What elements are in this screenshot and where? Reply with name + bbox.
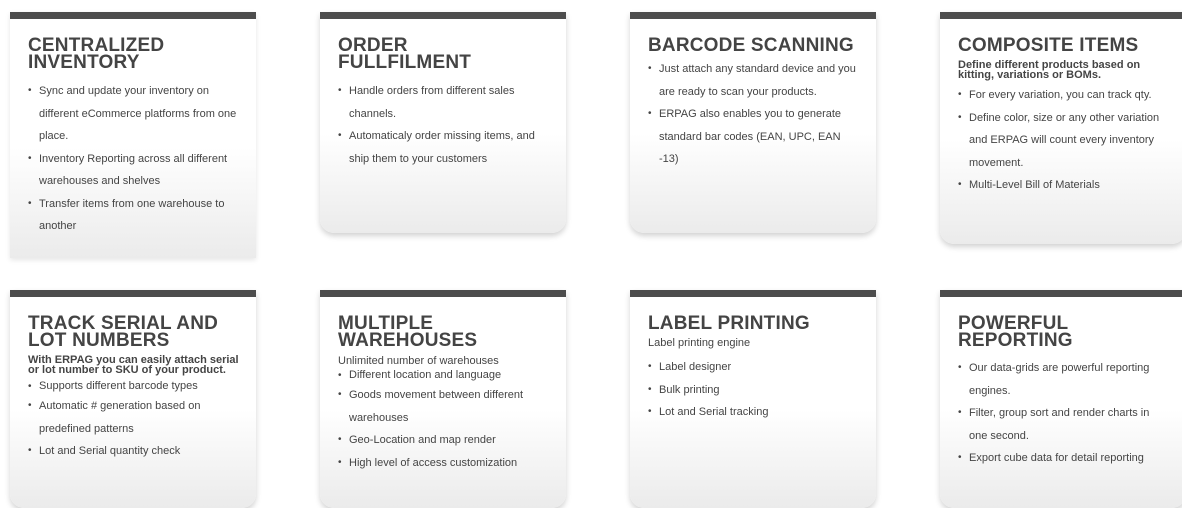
card-title: BARCODE SCANNING [648, 35, 854, 56]
list-item: Lot and Serial tracking [648, 401, 859, 424]
feature-list: Handle orders from different sales chann… [338, 80, 549, 170]
list-item: Different location and language [338, 367, 549, 384]
card-title: MULTIPLE WAREHOUSES [338, 313, 478, 351]
card-track-serial-lot: TRACK SERIAL AND LOT NUMBERS With ERPAG … [10, 290, 256, 508]
card-title: ORDER FULLFILMENT [338, 35, 472, 73]
card-top-bar [320, 12, 566, 19]
list-item: Bulk printing [648, 379, 859, 402]
list-item: Goods movement between different warehou… [338, 384, 549, 429]
card-top-bar [320, 290, 566, 297]
card-powerful-reporting: POWERFUL REPORTING Our data-grids are po… [940, 290, 1182, 508]
card-top-bar [630, 12, 876, 19]
list-item: Multi-Level Bill of Materials [958, 174, 1169, 197]
list-item: Handle orders from different sales chann… [338, 80, 549, 125]
list-item: Filter, group sort and render charts in … [958, 402, 1169, 447]
card-composite-items: COMPOSITE ITEMS Define different product… [940, 12, 1182, 244]
list-item: Transfer items from one warehouse to ano… [28, 193, 239, 238]
list-item: For every variation, you can track qty. [958, 84, 1169, 107]
feature-list: Different location and language Goods mo… [338, 367, 549, 474]
list-item: Define color, size or any other variatio… [958, 107, 1169, 175]
card-subtitle: Label printing engine [648, 337, 751, 349]
list-item: Label designer [648, 356, 859, 379]
card-title: POWERFUL REPORTING [958, 313, 1073, 351]
list-item: Lot and Serial quantity check [28, 440, 239, 463]
card-subtitle: Unlimited number of warehouses [338, 355, 499, 367]
list-item: ERPAG also enables you to generate stand… [648, 103, 859, 171]
card-top-bar [10, 12, 256, 19]
list-item: High level of access customization [338, 452, 549, 475]
card-title: TRACK SERIAL AND LOT NUMBERS [28, 313, 219, 351]
card-subtitle: Define different products based on kitti… [958, 59, 1141, 81]
card-title: COMPOSITE ITEMS [958, 35, 1139, 56]
list-item: Inventory Reporting across all different… [28, 148, 239, 193]
list-item: Export cube data for detail reporting [958, 447, 1169, 470]
feature-list: Sync and update your inventory on differ… [28, 80, 239, 238]
card-top-bar [940, 290, 1182, 297]
card-barcode-scanning: BARCODE SCANNING Just attach any standar… [630, 12, 876, 233]
card-multiple-warehouses: MULTIPLE WAREHOUSES Unlimited number of … [320, 290, 566, 508]
list-item: Automaticaly order missing items, and sh… [338, 125, 549, 170]
feature-list: For every variation, you can track qty. … [958, 84, 1169, 197]
list-item: Just attach any standard device and you … [648, 58, 859, 103]
card-label-printing: LABEL PRINTING Label printing engine Lab… [630, 290, 876, 508]
list-item: Our data-grids are powerful reporting en… [958, 357, 1169, 402]
feature-list: Just attach any standard device and you … [648, 58, 859, 171]
list-item: Sync and update your inventory on differ… [28, 80, 239, 148]
card-top-bar [630, 290, 876, 297]
card-title: CENTRALIZED INVENTORY [28, 35, 165, 73]
list-item: Geo-Location and map render [338, 429, 549, 452]
feature-list: Our data-grids are powerful reporting en… [958, 357, 1169, 470]
feature-list: Supports different barcode types Automat… [28, 378, 239, 463]
card-title: LABEL PRINTING [648, 313, 810, 334]
feature-list: Label designer Bulk printing Lot and Ser… [648, 356, 859, 424]
list-item: Supports different barcode types [28, 378, 239, 395]
list-item: Automatic # generation based on predefin… [28, 395, 239, 440]
card-centralized-inventory: CENTRALIZED INVENTORY Sync and update yo… [10, 12, 256, 258]
card-order-fulfilment: ORDER FULLFILMENT Handle orders from dif… [320, 12, 566, 233]
card-top-bar [10, 290, 256, 297]
card-subtitle: With ERPAG you can easily attach serial … [28, 354, 239, 376]
card-top-bar [940, 12, 1182, 19]
